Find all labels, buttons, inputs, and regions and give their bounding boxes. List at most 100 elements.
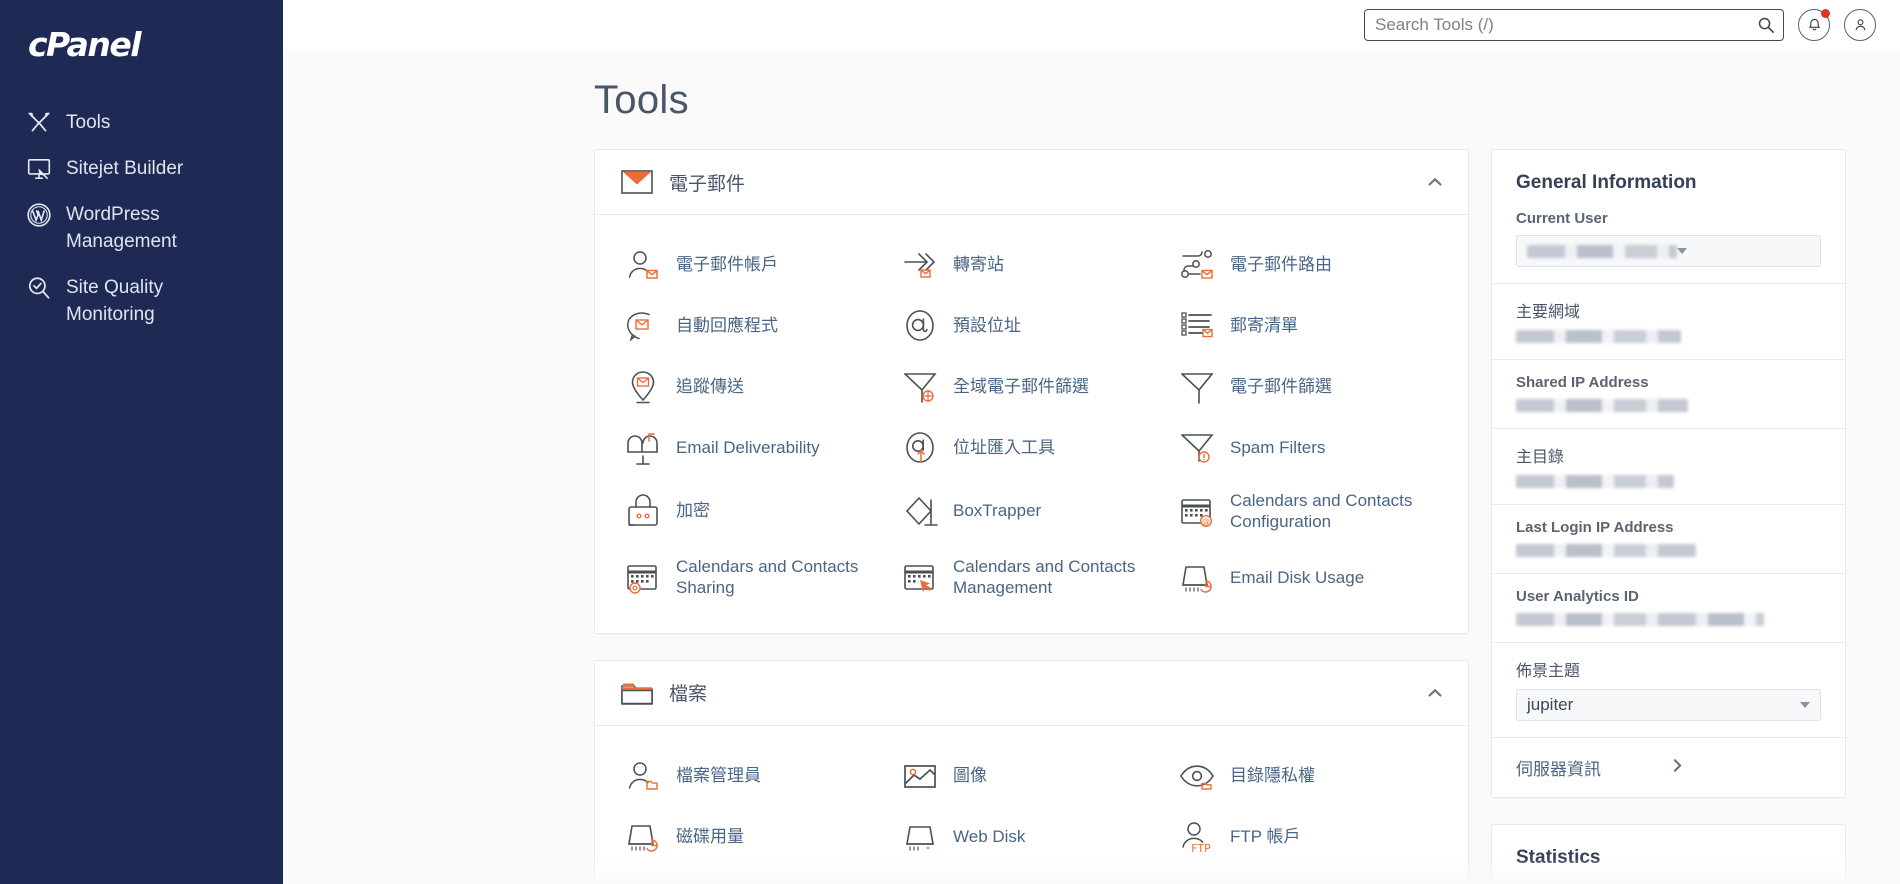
images-icon [902, 758, 938, 794]
search-input[interactable] [1364, 8, 1784, 41]
calendars-sharing-icon [625, 560, 661, 596]
tool-boxtrapper[interactable]: BoxTrapper [894, 481, 1171, 542]
chevron-right-icon [1669, 757, 1822, 779]
track-delivery-icon [625, 369, 661, 405]
tool-partial-row-item[interactable] [894, 870, 1171, 884]
cpanel-logo[interactable]: cPanel [0, 18, 283, 70]
site-quality-monitoring-icon [26, 275, 52, 301]
chevron-up-icon[interactable] [1426, 684, 1444, 702]
envelope-icon [621, 169, 653, 195]
file-search-icon [1179, 880, 1215, 884]
autoresponders-icon [625, 308, 661, 344]
tools-icon [26, 110, 52, 136]
section-files-header[interactable]: 檔案 [595, 661, 1468, 726]
tool-label: BoxTrapper [953, 501, 1042, 521]
tool-label: Email Deliverability [676, 437, 820, 457]
sidebar-item-label: WordPress Management [66, 203, 177, 252]
info-row-theme: 佈景主題 jupiter [1492, 642, 1845, 737]
tool-email-accounts[interactable]: 電子郵件帳戶 [617, 237, 894, 293]
tool-label: 圖像 [953, 765, 987, 785]
tool-label: FTP 帳戶 [1230, 826, 1301, 846]
sidebar: cPanel Tools Sitejet Builder WordPress M… [0, 0, 283, 884]
notifications-button[interactable] [1798, 8, 1830, 41]
tool-forwarders[interactable]: 轉寄站 [894, 237, 1171, 293]
tools-column: 電子郵件 電子郵件帳戶 轉寄站 電子郵件路由 自動回應程式 預設位址 郵寄清單 … [594, 149, 1469, 884]
encryption-icon [625, 493, 661, 530]
columns: 電子郵件 電子郵件帳戶 轉寄站 電子郵件路由 自動回應程式 預設位址 郵寄清單 … [283, 149, 1900, 884]
page-title: Tools [594, 78, 689, 122]
tool-label: 郵寄清單 [1230, 315, 1298, 335]
tool-spam-filters[interactable]: Spam Filters [1171, 420, 1448, 476]
info-label: User Analytics ID [1516, 588, 1639, 605]
ftp-accounts-icon: FTP [1179, 819, 1215, 855]
tool-disk-usage[interactable]: 磁碟用量 [617, 809, 894, 865]
tool-calendars-contacts-sharing[interactable]: Calendars and Contacts Sharing [617, 547, 894, 608]
info-row-home-directory: 主目錄 [1492, 428, 1845, 504]
tool-address-importer[interactable]: 位址匯入工具 [894, 420, 1171, 476]
boxtrapper-icon [902, 494, 938, 530]
tool-calendars-contacts-configuration[interactable]: @ Calendars and Contacts Configuration [1171, 481, 1448, 542]
tool-label: 電子郵件路由 [1230, 254, 1332, 274]
section-email-header[interactable]: 電子郵件 [595, 150, 1468, 215]
page-body: Tools 電子郵件 電子郵件帳戶 轉寄站 電子郵件路由 自動回應程式 預設位址… [283, 50, 1900, 884]
info-row-current-user: Current User [1492, 210, 1845, 283]
address-importer-icon [902, 430, 938, 466]
svg-text:@: @ [1202, 517, 1210, 526]
tool-mailing-lists[interactable]: 郵寄清單 [1171, 298, 1448, 354]
account-button[interactable] [1844, 8, 1876, 41]
tool-email-filters[interactable]: 電子郵件篩選 [1171, 359, 1448, 415]
statistics-panel: Statistics 電子郵件帳戶 [1491, 824, 1846, 884]
sidebar-item-wordpress-management[interactable]: WordPress Management [0, 192, 283, 265]
tool-web-disk[interactable]: Web Disk [894, 809, 1171, 865]
forwarders-icon [902, 247, 938, 283]
tool-global-email-filters[interactable]: 全域電子郵件篩選 [894, 359, 1171, 415]
server-information-link[interactable]: 伺服器資訊 [1492, 737, 1845, 797]
section-files-tools: 檔案管理員 圖像 目錄隱私權 磁碟用量 Web Disk FTP FTP 帳戶 [595, 726, 1468, 884]
tool-email-disk-usage[interactable]: Email Disk Usage [1171, 547, 1448, 608]
tool-calendars-contacts-management[interactable]: Calendars and Contacts Management [894, 547, 1171, 608]
tool-partial-row-item[interactable] [1171, 870, 1448, 884]
tool-partial-row-item[interactable] [617, 870, 894, 884]
sidebar-item-site-quality-monitoring[interactable]: Site Quality Monitoring [0, 265, 283, 338]
tool-email-routing[interactable]: 電子郵件路由 [1171, 237, 1448, 293]
tool-default-address[interactable]: 預設位址 [894, 298, 1171, 354]
sidebar-item-sitejet-builder[interactable]: Sitejet Builder [0, 146, 283, 192]
section-email: 電子郵件 電子郵件帳戶 轉寄站 電子郵件路由 自動回應程式 預設位址 郵寄清單 … [594, 149, 1469, 634]
theme-select[interactable]: jupiter [1516, 689, 1821, 721]
search-icon[interactable] [1757, 16, 1775, 34]
tool-label: 全域電子郵件篩選 [953, 376, 1089, 396]
info-label: 主目錄 [1516, 449, 1565, 466]
mailing-lists-icon [1179, 308, 1215, 344]
tool-file-manager[interactable]: 檔案管理員 [617, 748, 894, 804]
tool-label: Calendars and Contacts Configuration [1230, 491, 1413, 531]
caret-down-icon [1800, 702, 1810, 708]
search-container [1364, 8, 1784, 41]
tool-encryption[interactable]: 加密 [617, 481, 894, 542]
tool-label: Calendars and Contacts Management [953, 557, 1136, 598]
current-user-select[interactable] [1516, 235, 1821, 267]
tool-directory-privacy[interactable]: 目錄隱私權 [1171, 748, 1448, 804]
tool-autoresponders[interactable]: 自動回應程式 [617, 298, 894, 354]
tool-images[interactable]: 圖像 [894, 748, 1171, 804]
tool-label: Web Disk [953, 826, 1026, 846]
info-label: Last Login IP Address [1516, 519, 1674, 536]
tool-label: 追蹤傳送 [676, 376, 744, 396]
info-label: 主要網域 [1516, 304, 1581, 321]
info-row-user-analytics-id: User Analytics ID [1492, 573, 1845, 642]
email-disk-usage-icon [1179, 560, 1215, 596]
tool-ftp-accounts[interactable]: FTP FTP 帳戶 [1171, 809, 1448, 865]
sidebar-item-label: Tools [66, 112, 111, 133]
tool-email-deliverability[interactable]: Email Deliverability [617, 420, 894, 476]
chevron-up-icon[interactable] [1426, 173, 1444, 191]
email-accounts-icon [625, 247, 661, 283]
general-information-panel: General Information Current User 主要網域 Sh… [1491, 149, 1846, 798]
info-row-last-login-ip-address: Last Login IP Address [1492, 504, 1845, 573]
sidebar-item-tools[interactable]: Tools [0, 100, 283, 146]
tool-track-delivery[interactable]: 追蹤傳送 [617, 359, 894, 415]
backup-wizard-icon [902, 880, 938, 884]
sidebar-item-label: Site Quality Monitoring [66, 276, 164, 325]
sitejet-builder-icon [26, 156, 52, 182]
tool-label: Spam Filters [1230, 437, 1326, 457]
content-region: Tools 電子郵件 [283, 0, 1900, 884]
web-disk-icon [902, 819, 938, 855]
